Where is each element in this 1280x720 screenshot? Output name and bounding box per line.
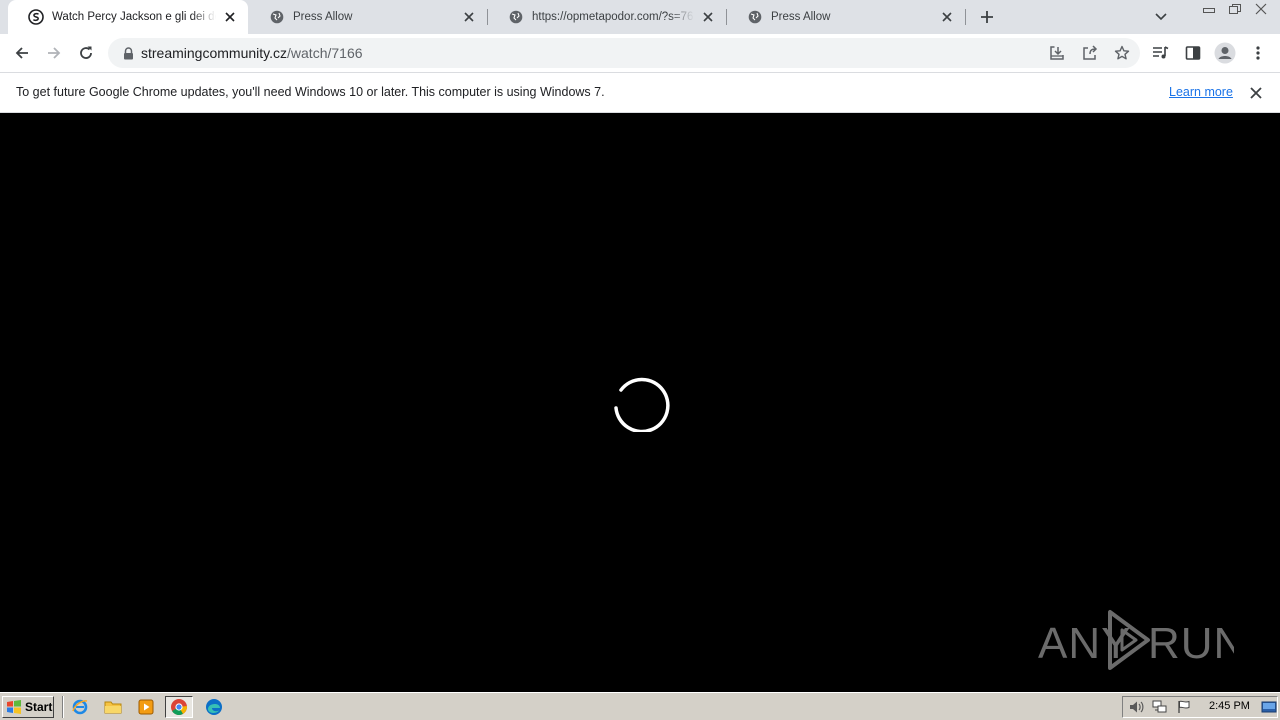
start-button[interactable]: Start [2, 696, 54, 718]
system-tray: 2:45 PM [1122, 696, 1278, 718]
taskbar-clock[interactable]: 2:45 PM [1209, 700, 1250, 712]
minimize-icon [1203, 8, 1215, 13]
plus-icon [981, 11, 993, 23]
update-infobar: To get future Google Chrome updates, you… [0, 72, 1280, 113]
lock-icon[interactable] [120, 45, 136, 61]
minimize-button[interactable] [1196, 0, 1222, 18]
start-label: Start [25, 700, 53, 714]
url-host: streamingcommunity.cz [141, 45, 288, 61]
bookmark-star-icon[interactable] [1112, 43, 1132, 63]
profile-button[interactable] [1212, 40, 1238, 66]
tab-strip: Watch Percy Jackson e gli dei dell'Olimp… [0, 0, 1280, 34]
streamingcommunity-logo-icon [28, 9, 44, 25]
chrome-icon[interactable] [165, 696, 193, 718]
restore-button[interactable] [1222, 0, 1248, 18]
learn-more-link[interactable]: Learn more [1169, 85, 1233, 99]
url-path: /watch/7166 [287, 45, 363, 61]
show-desktop-icon[interactable] [1260, 699, 1278, 715]
tab-2[interactable]: Press Allow [249, 0, 487, 34]
kebab-menu-icon [1256, 46, 1260, 60]
share-icon[interactable] [1080, 43, 1100, 63]
windows-taskbar: Start 2:45 PM [0, 692, 1280, 720]
action-center-flag-icon[interactable] [1175, 699, 1193, 715]
side-panel-button[interactable] [1180, 40, 1206, 66]
new-tab-button[interactable] [977, 7, 997, 27]
media-player-icon[interactable] [132, 696, 160, 718]
forward-button[interactable] [41, 40, 67, 66]
tab-separator [965, 9, 966, 25]
close-infobar-button[interactable] [1247, 84, 1265, 102]
media-queue-icon [1153, 46, 1169, 59]
media-controls-button[interactable] [1148, 40, 1174, 66]
volume-icon[interactable] [1127, 699, 1145, 715]
url-text[interactable]: streamingcommunity.cz/watch/7166 [141, 45, 363, 62]
close-tab-icon[interactable] [700, 9, 716, 25]
close-window-button[interactable] [1248, 0, 1274, 18]
arrow-right-icon [48, 47, 61, 59]
window-controls [1196, 0, 1274, 18]
browser-toolbar: streamingcommunity.cz/watch/7166 [0, 34, 1280, 72]
install-app-icon[interactable] [1047, 43, 1067, 63]
svg-text:RUN: RUN [1148, 619, 1234, 668]
chrome-menu-button[interactable] [1245, 40, 1271, 66]
taskbar-separator [62, 696, 64, 718]
tab-1[interactable]: Watch Percy Jackson e gli dei dell'Olimp… [8, 0, 248, 34]
reload-icon [80, 46, 92, 59]
globe-icon [747, 9, 763, 25]
file-explorer-icon[interactable] [99, 696, 127, 718]
anyrun-watermark: ANY RUN [1038, 604, 1245, 674]
close-tab-icon[interactable] [461, 9, 477, 25]
tab-4[interactable]: Press Allow [727, 0, 965, 34]
tab-title: Watch Percy Jackson e gli dei dell'Olimp… [52, 11, 216, 23]
windows-logo-icon [7, 700, 21, 714]
edge-icon[interactable] [200, 696, 228, 718]
close-icon [1250, 87, 1262, 99]
tab-search-button[interactable] [1152, 8, 1170, 26]
close-tab-icon[interactable] [222, 9, 238, 25]
tab-title: Press Allow [771, 11, 831, 23]
tab-3[interactable]: https://opmetapodor.com/?s=76932 [488, 0, 726, 34]
arrow-left-icon [15, 47, 28, 59]
address-bar[interactable]: streamingcommunity.cz/watch/7166 [108, 38, 1140, 68]
globe-icon [269, 9, 285, 25]
back-button[interactable] [9, 40, 35, 66]
close-icon [1255, 3, 1267, 15]
globe-icon [508, 9, 524, 25]
restore-icon [1229, 4, 1241, 14]
avatar-icon [1214, 42, 1236, 64]
close-tab-icon[interactable] [939, 9, 955, 25]
infobar-message: To get future Google Chrome updates, you… [16, 85, 605, 99]
chevron-down-icon [1155, 13, 1167, 21]
reload-button[interactable] [73, 40, 99, 66]
tab-title: Press Allow [293, 11, 353, 23]
internet-explorer-icon[interactable] [66, 696, 94, 718]
tab-title: https://opmetapodor.com/?s=76932 [532, 11, 694, 23]
anyrun-logo-icon: ANY RUN [1038, 610, 1245, 670]
side-panel-icon [1185, 46, 1201, 60]
loading-spinner-icon [614, 377, 670, 432]
network-icon[interactable] [1151, 699, 1169, 715]
